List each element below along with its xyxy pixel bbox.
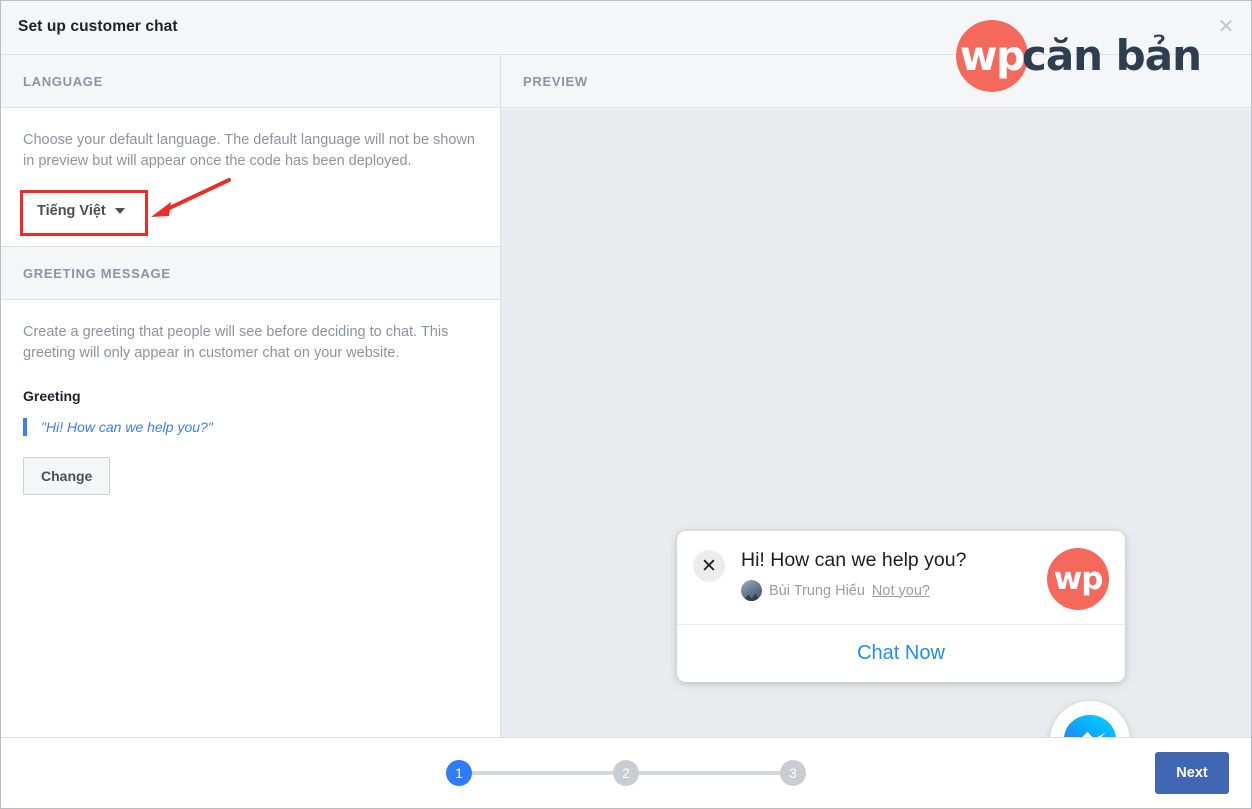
chat-card-header: ✕ Hi! How can we help you? Bùi Trung Hiế… [677, 531, 1125, 625]
close-icon[interactable]: ✕ [693, 550, 725, 582]
next-button[interactable]: Next [1155, 752, 1229, 794]
brand-logo-word: căn bản [1021, 31, 1202, 80]
step-dot-2[interactable]: 2 [613, 760, 639, 786]
language-dropdown-value: Tiếng Việt [37, 203, 106, 219]
greeting-section-header: GREETING MESSAGE [1, 247, 500, 300]
dialog-footer: 1 2 3 Next [1, 737, 1251, 808]
chat-username: Bùi Trung Hiếu [769, 582, 865, 599]
annotation-arrow-icon [151, 178, 231, 217]
step-connector-2 [639, 771, 780, 775]
chat-card-brand-logo: wp [1047, 548, 1109, 610]
greeting-field-label: Greeting [23, 388, 81, 404]
step-dot-3[interactable]: 3 [780, 760, 806, 786]
greeting-quote-value: "Hi! How can we help you?" [23, 418, 478, 436]
step-connector-1 [472, 771, 613, 775]
step-indicator: 1 2 3 [1, 760, 1251, 786]
language-section-header: LANGUAGE [1, 55, 500, 108]
language-dropdown[interactable]: Tiếng Việt [23, 194, 139, 228]
chat-card-brand-mark-text: wp [1053, 560, 1104, 597]
language-description: Choose your default language. The defaul… [23, 132, 475, 169]
brand-logo: wp căn bản [955, 20, 1202, 92]
chat-greeting-text: Hi! How can we help you? [741, 549, 967, 571]
settings-panel: LANGUAGE Choose your default language. T… [1, 55, 501, 739]
chat-card-text-block: Hi! How can we help you? Bùi Trung Hiếu … [741, 548, 1037, 601]
preview-panel: PREVIEW ✕ Hi! How can we help you? Bùi T… [501, 55, 1251, 781]
chat-preview-card: ✕ Hi! How can we help you? Bùi Trung Hiế… [677, 531, 1125, 682]
avatar [741, 580, 762, 601]
chevron-down-icon [114, 208, 125, 214]
preview-stage: ✕ Hi! How can we help you? Bùi Trung Hiế… [501, 109, 1251, 781]
close-icon[interactable]: ✕ [1213, 14, 1239, 40]
language-section-title: LANGUAGE [23, 73, 103, 89]
brand-logo-mark-text: wp [959, 31, 1026, 80]
page-title: Set up customer chat [18, 18, 178, 35]
dialog-body: LANGUAGE Choose your default language. T… [1, 55, 1251, 781]
preview-section-title: PREVIEW [523, 73, 588, 89]
setup-customer-chat-dialog: Set up customer chat ✕ wp căn bản LANGUA… [0, 0, 1252, 809]
language-dropdown-wrapper: Tiếng Việt [20, 178, 231, 236]
brand-logo-mark: wp [955, 20, 1028, 92]
step-dot-1[interactable]: 1 [446, 760, 472, 786]
greeting-description: Create a greeting that people will see b… [23, 324, 449, 361]
greeting-section-title: GREETING MESSAGE [23, 265, 171, 281]
greeting-section-body: Create a greeting that people will see b… [1, 300, 500, 513]
chat-now-button[interactable]: Chat Now [677, 625, 1125, 682]
change-greeting-button[interactable]: Change [23, 457, 111, 495]
not-you-link[interactable]: Not you? [872, 583, 930, 599]
language-section-body: Choose your default language. The defaul… [1, 108, 500, 247]
chat-identity-row: Bùi Trung Hiếu Not you? [741, 580, 1037, 601]
